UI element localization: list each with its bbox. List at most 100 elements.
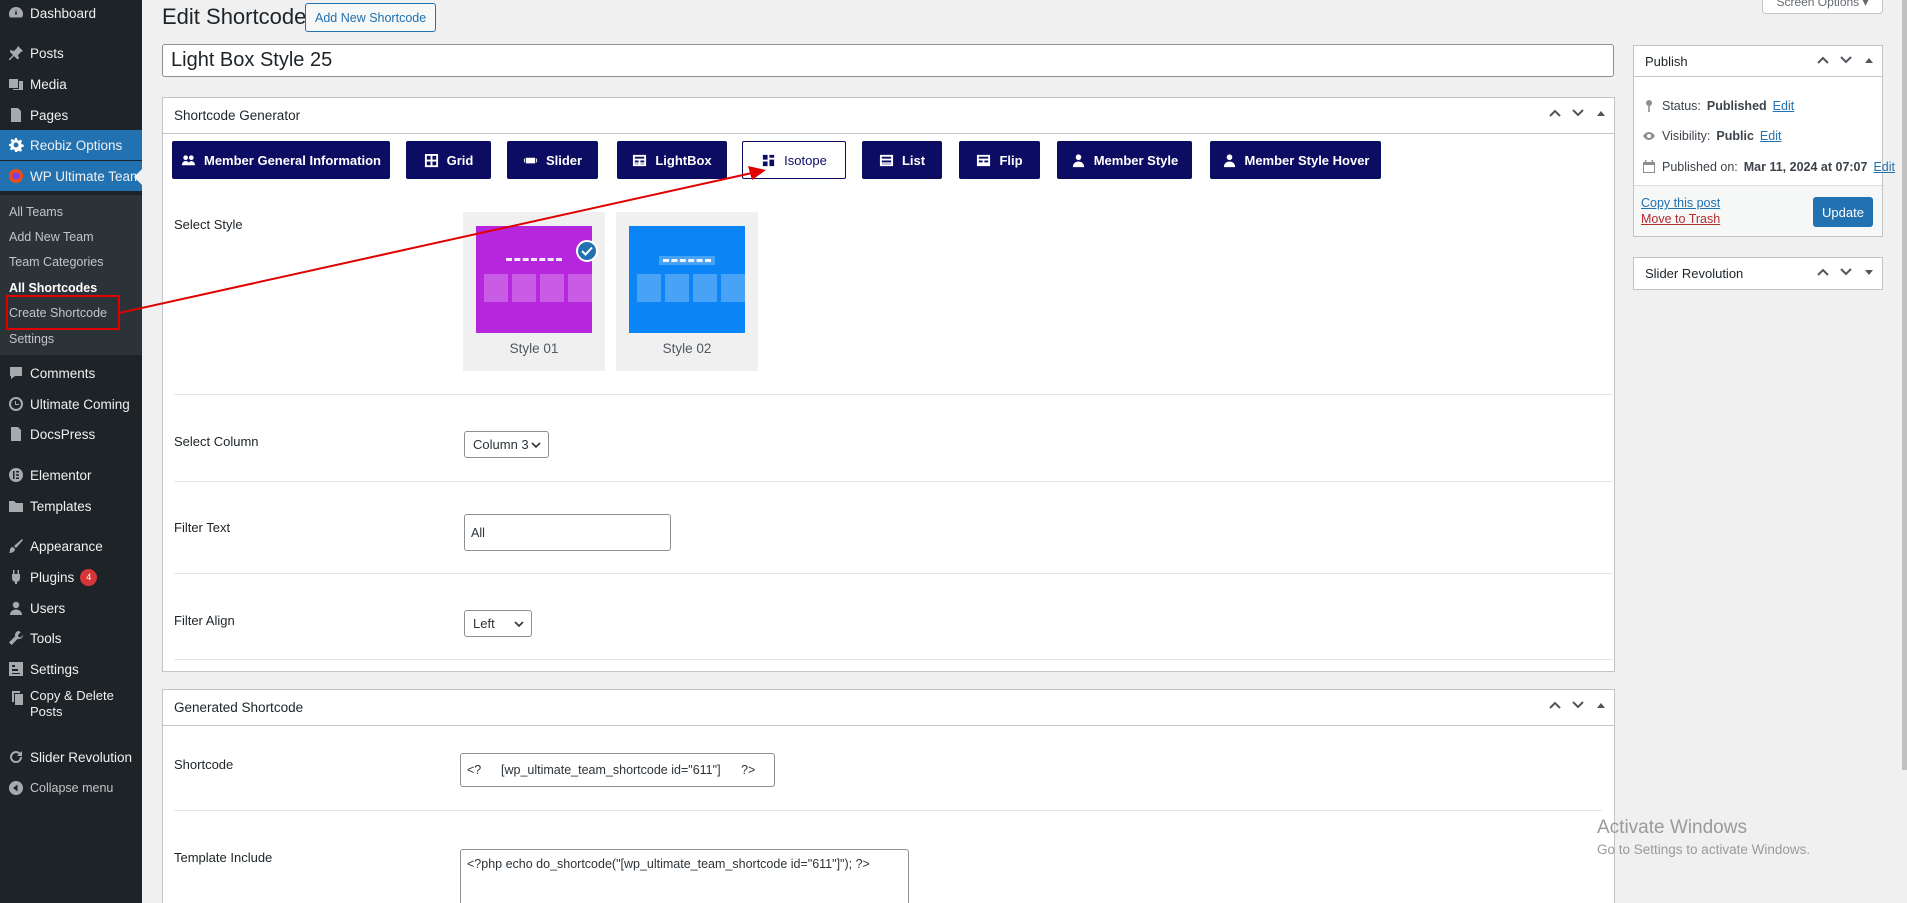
generated-shortcode-header: Generated Shortcode	[163, 690, 1614, 726]
comment-icon	[6, 365, 26, 381]
toggle-panel-icon[interactable]	[1862, 265, 1876, 279]
filter-align-label: Filter Align	[174, 613, 235, 628]
submenu-team-categories[interactable]: Team Categories	[9, 255, 104, 269]
select-column-label: Select Column	[174, 434, 259, 449]
user-icon	[6, 600, 26, 616]
move-up-icon[interactable]	[1816, 265, 1830, 279]
sidebar-item-tools[interactable]: Tools	[0, 623, 142, 653]
tab-flip[interactable]: Flip	[959, 141, 1040, 179]
sidebar-item-media[interactable]: Media	[0, 69, 142, 99]
folder-icon	[6, 498, 26, 514]
edit-status-link[interactable]: Edit	[1773, 99, 1795, 113]
post-title-input[interactable]: Light Box Style 25	[162, 44, 1614, 77]
move-to-trash-link[interactable]: Move to Trash	[1641, 212, 1720, 226]
template-include-field[interactable]: <?php echo do_shortcode("[wp_ultimate_te…	[460, 849, 909, 903]
collapse-icon	[6, 780, 26, 796]
isotope-icon	[763, 154, 775, 166]
tab-grid[interactable]: Grid	[406, 141, 491, 179]
windows-activation-watermark: Activate Windows Go to Settings to activ…	[1597, 817, 1811, 857]
users-icon	[181, 154, 196, 165]
plugin-icon	[6, 569, 26, 585]
publish-date-row: Published on: Mar 11, 2024 at 07:07 Edit	[1642, 160, 1895, 174]
tab-member-style[interactable]: Member Style	[1057, 141, 1192, 179]
elementor-icon	[6, 467, 26, 483]
move-down-icon[interactable]	[1571, 106, 1585, 120]
grid-icon	[424, 153, 438, 167]
sidebar-item-docspress[interactable]: DocsPress	[0, 419, 142, 449]
sidebar-item-slider-revolution[interactable]: Slider Revolution	[0, 742, 142, 772]
sidebar-item-appearance[interactable]: Appearance	[0, 531, 142, 561]
plugins-update-badge: 4	[80, 568, 98, 586]
sidebar-item-comments[interactable]: Comments	[0, 358, 142, 388]
submenu-all-teams[interactable]: All Teams	[9, 205, 63, 219]
edit-date-link[interactable]: Edit	[1873, 160, 1895, 174]
sidebar-item-reobiz-options[interactable]: Reobiz Options	[0, 130, 142, 160]
sidebar-item-plugins[interactable]: Plugins 4	[0, 562, 142, 592]
wrench-icon	[6, 630, 26, 646]
move-up-icon[interactable]	[1816, 53, 1830, 67]
submenu-all-shortcodes[interactable]: All Shortcodes	[9, 281, 97, 295]
sidebar-item-users[interactable]: Users	[0, 593, 142, 623]
move-down-icon[interactable]	[1839, 53, 1853, 67]
style-option-02[interactable]: Style 02	[616, 212, 758, 371]
submenu	[0, 195, 142, 355]
table-icon	[633, 154, 647, 166]
pages-icon	[6, 107, 26, 123]
sidebar-item-ultimate-coming[interactable]: Ultimate Coming	[0, 389, 142, 419]
media-icon	[6, 76, 26, 92]
move-up-icon[interactable]	[1548, 106, 1562, 120]
tab-slider[interactable]: Slider	[507, 141, 598, 179]
sidebar-item-posts[interactable]: Posts	[0, 38, 142, 68]
toggle-panel-icon[interactable]	[1862, 53, 1876, 67]
submenu-create-shortcode[interactable]: Create Shortcode	[9, 306, 107, 320]
page-title: Edit Shortcode	[162, 4, 307, 29]
filter-text-input[interactable]: All	[464, 514, 671, 551]
sidebar-item-templates[interactable]: Templates	[0, 491, 142, 521]
sidebar-item-pages[interactable]: Pages	[0, 100, 142, 130]
slider-revolution-header: Slider Revolution	[1634, 258, 1882, 289]
style-option-01[interactable]: Style 01	[463, 212, 605, 371]
tab-isotope[interactable]: Isotope	[742, 141, 846, 179]
style-02-thumbnail	[629, 226, 745, 333]
submenu-add-new-team[interactable]: Add New Team	[9, 230, 94, 244]
publish-status-row: Status: Published Edit	[1642, 99, 1794, 113]
calendar-icon	[1643, 160, 1655, 173]
collapse-menu[interactable]: Collapse menu	[0, 773, 142, 803]
tab-member-general-information[interactable]: Member General Information	[172, 141, 390, 179]
page-scrollbar[interactable]	[1902, 0, 1907, 770]
move-down-icon[interactable]	[1839, 265, 1853, 279]
toggle-panel-icon[interactable]	[1594, 106, 1608, 120]
sidebar-item-settings[interactable]: Settings	[0, 654, 142, 684]
divider	[174, 573, 1612, 574]
divider	[174, 481, 1612, 482]
update-button[interactable]: Update	[1813, 197, 1873, 227]
team-plugin-icon	[6, 168, 26, 184]
add-new-shortcode-button[interactable]: Add New Shortcode	[305, 3, 437, 32]
copy-post-link[interactable]: Copy this post	[1641, 196, 1720, 210]
settings-icon	[6, 661, 26, 677]
tab-list[interactable]: List	[862, 141, 942, 179]
submenu-settings[interactable]: Settings	[9, 332, 54, 346]
publish-visibility-row: Visibility: Public Edit	[1642, 129, 1781, 143]
tab-lightbox[interactable]: LightBox	[617, 141, 727, 179]
tab-member-style-hover[interactable]: Member Style Hover	[1210, 141, 1381, 179]
sidebar-item-elementor[interactable]: Elementor	[0, 460, 142, 490]
flip-icon	[977, 154, 991, 166]
move-up-icon[interactable]	[1548, 698, 1562, 712]
copy-icon	[6, 690, 26, 706]
divider	[174, 394, 1612, 395]
sidebar-item-copy-delete-posts[interactable]: Copy & Delete Posts	[0, 688, 142, 728]
sidebar-item-dashboard[interactable]: Dashboard	[0, 0, 142, 28]
screen-options-button[interactable]: Screen Options ▾	[1762, 0, 1883, 14]
shortcode-output-field[interactable]: <? [wp_ultimate_team_shortcode id="611"]…	[460, 753, 775, 787]
sidebar-item-wp-ultimate-team[interactable]: WP Ultimate Team	[0, 161, 142, 191]
move-down-icon[interactable]	[1571, 698, 1585, 712]
edit-visibility-link[interactable]: Edit	[1760, 129, 1782, 143]
filter-align-dropdown[interactable]: Left	[464, 610, 532, 637]
shortcode-generator-box: Shortcode Generator	[162, 97, 1615, 672]
template-include-label: Template Include	[174, 850, 273, 865]
checkmark-icon	[576, 240, 598, 262]
toggle-panel-icon[interactable]	[1594, 698, 1608, 712]
refresh-icon	[6, 749, 26, 765]
select-column-dropdown[interactable]: Column 3	[464, 431, 549, 458]
